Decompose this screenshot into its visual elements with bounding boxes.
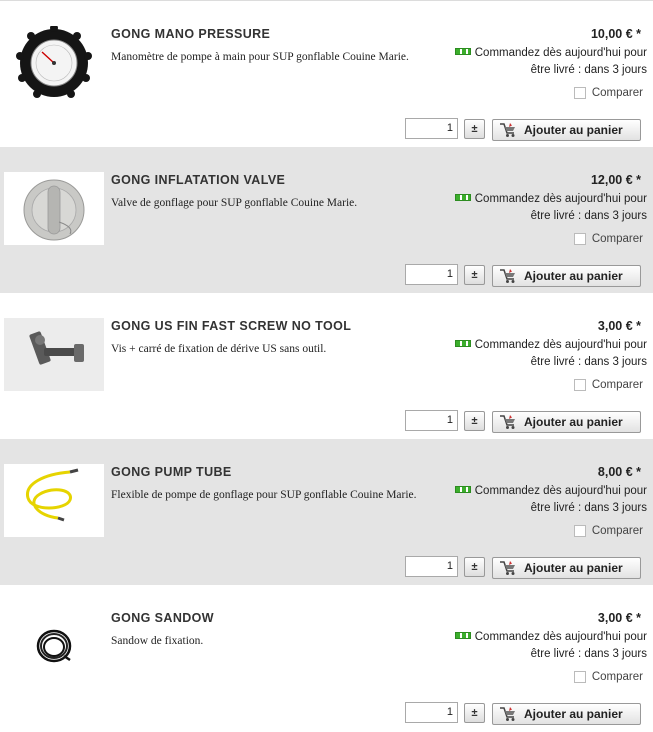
compare-checkbox[interactable] [573,233,586,245]
delivery-text-line1: Commandez dès aujourd'hui pour [474,193,647,205]
product-price: 8,00 € * [597,465,641,479]
product-name[interactable]: GONG MANO PRESSURE [111,27,270,41]
add-to-cart-button[interactable]: Ajouter au panier [492,119,641,141]
pressure-gauge-icon [16,26,92,98]
product-name[interactable]: GONG US FIN FAST SCREW NO TOOL [111,319,351,333]
add-to-cart-button[interactable]: Ajouter au panier [492,557,641,579]
quantity-input[interactable]: 1 [405,410,458,431]
product-row: GONG SANDOW Sandow de fixation. 3,00 € *… [0,585,653,731]
add-to-cart-button[interactable]: Ajouter au panier [492,411,641,433]
product-description: Sandow de fixation. [111,635,204,647]
compare-label: Comparer [591,525,643,537]
compare-toggle[interactable]: Comparer [573,379,643,391]
product-row: GONG MANO PRESSURE Manomètre de pompe à … [0,1,653,147]
delivery-text-line2: être livré : dans 3 jours [530,64,647,76]
compare-checkbox[interactable] [573,671,586,683]
quantity-input[interactable]: 1 [405,556,458,577]
compare-checkbox[interactable] [573,525,586,537]
add-to-cart-label: Ajouter au panier [524,707,623,721]
compare-toggle[interactable]: Comparer [573,525,643,537]
product-price: 10,00 € * [590,27,641,41]
product-row: GONG US FIN FAST SCREW NO TOOL Vis + car… [0,293,653,439]
stock-available-icon [454,48,471,55]
product-image[interactable] [4,610,104,683]
delivery-info: Commandez dès aujourd'hui pour être livr… [427,629,647,663]
quantity-stepper-button[interactable]: ± [464,119,485,139]
delivery-info: Commandez dès aujourd'hui pour être livr… [427,45,647,79]
screw-icon [4,318,104,391]
cart-icon [500,561,515,575]
delivery-info: Commandez dès aujourd'hui pour être livr… [427,191,647,225]
compare-toggle[interactable]: Comparer [573,87,643,99]
cart-icon [500,123,515,137]
add-to-cart-label: Ajouter au panier [524,561,623,575]
quantity-stepper-button[interactable]: ± [464,265,485,285]
delivery-text-line2: être livré : dans 3 jours [530,648,647,660]
delivery-text-line2: être livré : dans 3 jours [530,502,647,514]
quantity-input[interactable]: 1 [405,118,458,139]
add-to-cart-label: Ajouter au panier [524,415,623,429]
add-to-cart-button[interactable]: Ajouter au panier [492,703,641,725]
quantity-input[interactable]: 1 [405,702,458,723]
product-name[interactable]: GONG SANDOW [111,611,214,625]
product-description: Flexible de pompe de gonflage pour SUP g… [111,489,417,501]
product-image[interactable] [4,318,104,391]
delivery-text-line1: Commandez dès aujourd'hui pour [474,631,647,643]
stock-available-icon [454,632,471,639]
product-price: 3,00 € * [597,319,641,333]
delivery-info: Commandez dès aujourd'hui pour être livr… [427,337,647,371]
product-list: GONG MANO PRESSURE Manomètre de pompe à … [0,0,653,732]
delivery-text-line2: être livré : dans 3 jours [530,210,647,222]
product-image[interactable] [4,464,104,537]
delivery-text-line1: Commandez dès aujourd'hui pour [474,339,647,351]
product-image[interactable] [4,26,104,99]
product-description: Vis + carré de fixation de dérive US san… [111,343,327,355]
product-name[interactable]: GONG PUMP TUBE [111,465,232,479]
product-image[interactable] [4,172,104,245]
cart-icon [500,269,515,283]
compare-label: Comparer [591,233,643,245]
product-price: 3,00 € * [597,611,641,625]
stock-available-icon [454,194,471,201]
compare-toggle[interactable]: Comparer [573,233,643,245]
stock-available-icon [454,486,471,493]
product-description: Manomètre de pompe à main pour SUP gonfl… [111,51,409,63]
compare-label: Comparer [591,379,643,391]
product-row: GONG PUMP TUBE Flexible de pompe de gonf… [0,439,653,585]
add-to-cart-label: Ajouter au panier [524,269,623,283]
product-row: GONG INFLATATION VALVE Valve de gonflage… [0,147,653,293]
cart-icon [500,707,515,721]
product-price: 12,00 € * [590,173,641,187]
compare-toggle[interactable]: Comparer [573,671,643,683]
quantity-stepper-button[interactable]: ± [464,557,485,577]
compare-label: Comparer [591,87,643,99]
pump-tube-icon [4,464,104,537]
add-to-cart-button[interactable]: Ajouter au panier [492,265,641,287]
quantity-stepper-button[interactable]: ± [464,703,485,723]
delivery-text-line2: être livré : dans 3 jours [530,356,647,368]
compare-checkbox[interactable] [573,87,586,99]
quantity-stepper-button[interactable]: ± [464,411,485,431]
product-name[interactable]: GONG INFLATATION VALVE [111,173,285,187]
cart-icon [500,415,515,429]
bungee-cord-icon [36,629,72,663]
delivery-text-line1: Commandez dès aujourd'hui pour [474,47,647,59]
valve-icon [4,172,104,245]
product-description: Valve de gonflage pour SUP gonflable Cou… [111,197,358,209]
compare-checkbox[interactable] [573,379,586,391]
add-to-cart-label: Ajouter au panier [524,123,623,137]
quantity-input[interactable]: 1 [405,264,458,285]
delivery-info: Commandez dès aujourd'hui pour être livr… [427,483,647,517]
stock-available-icon [454,340,471,347]
delivery-text-line1: Commandez dès aujourd'hui pour [474,485,647,497]
compare-label: Comparer [591,671,643,683]
